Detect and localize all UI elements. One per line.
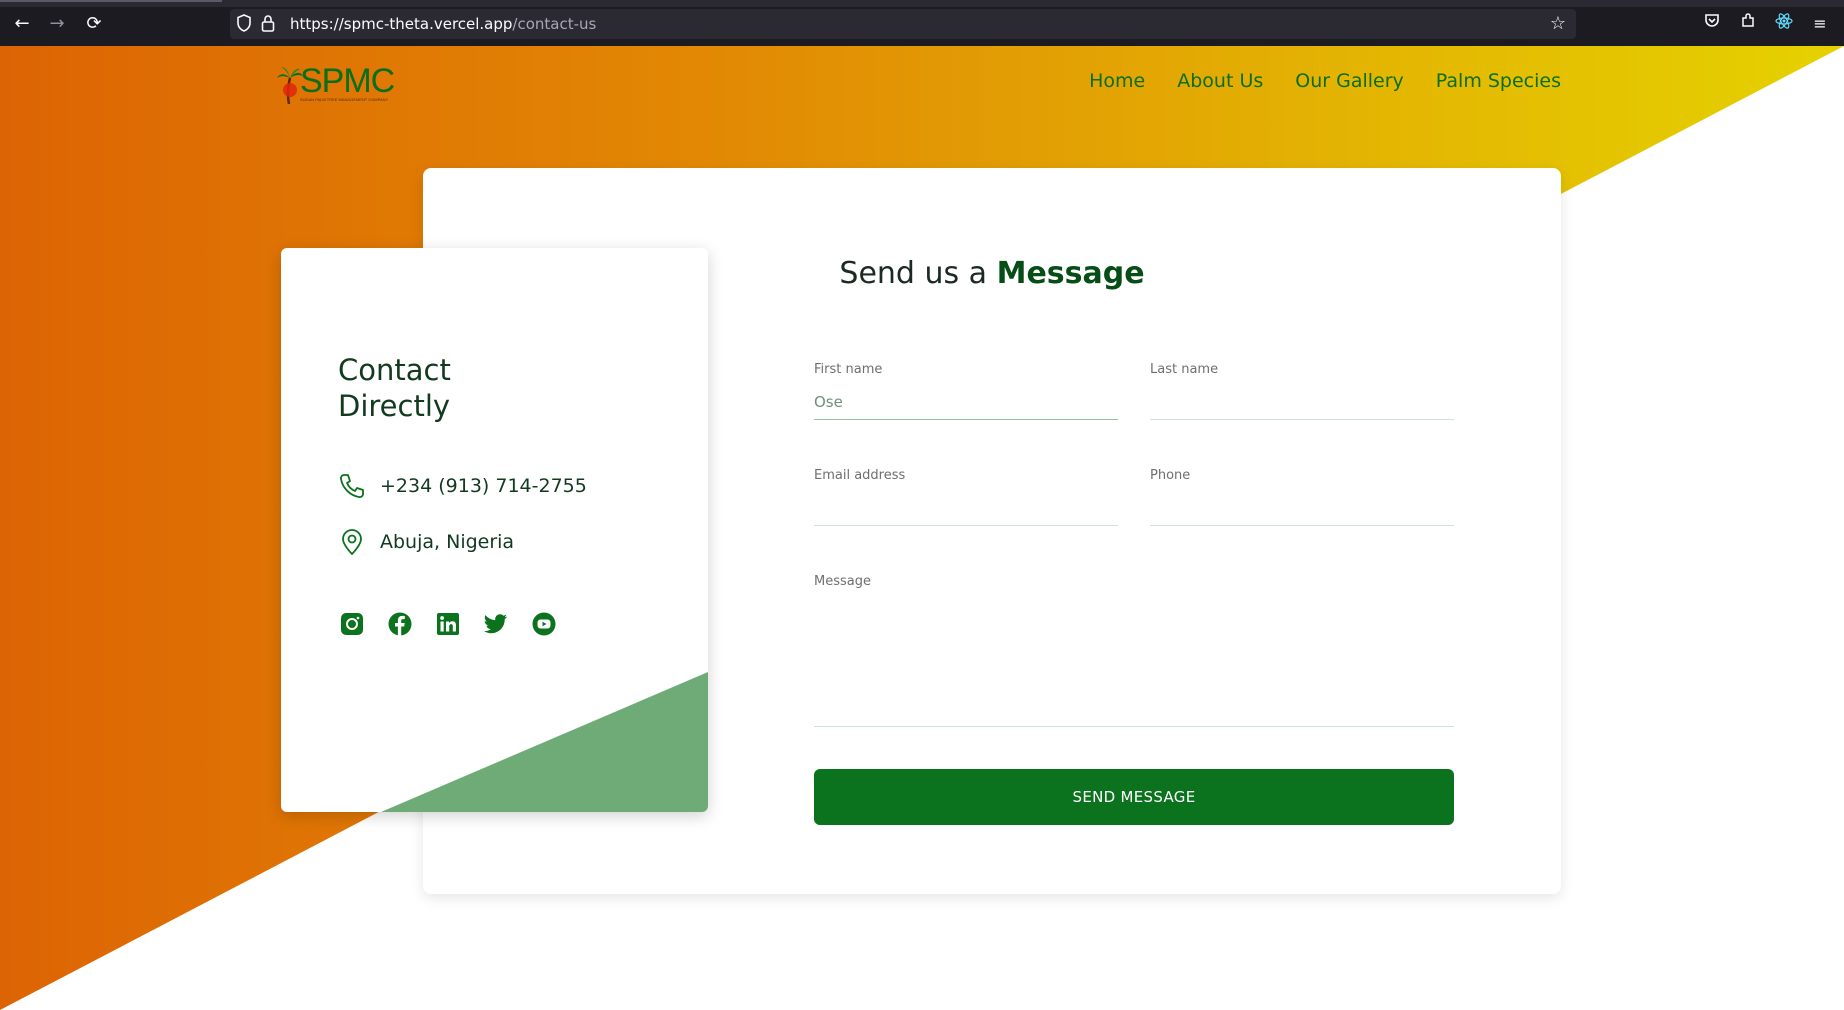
react-devtools-icon[interactable] [1772, 12, 1796, 36]
contact-location: Abuja, Nigeria [380, 531, 515, 553]
menu-icon[interactable]: ≡ [1808, 12, 1832, 36]
social-links [340, 612, 556, 636]
bookmark-star-icon[interactable]: ☆ [1550, 14, 1566, 34]
reload-icon[interactable]: ⟳ [82, 12, 106, 36]
nav-home[interactable]: Home [1089, 70, 1145, 92]
extensions-icon[interactable] [1736, 12, 1760, 36]
back-arrow-icon[interactable]: ← [10, 12, 34, 36]
last-name-input[interactable] [1150, 385, 1454, 420]
nav-about-us[interactable]: About Us [1177, 70, 1263, 92]
address-bar[interactable]: https://spmc-theta.vercel.app/contact-us… [230, 9, 1576, 39]
email-input[interactable] [814, 491, 1118, 526]
url-path: /contact-us [512, 15, 597, 33]
location-pin-icon [342, 529, 362, 556]
page: SPMC SUDAN PALM TREE MANAGEMENT COMPANY … [0, 46, 1844, 1010]
lock-icon[interactable] [258, 14, 278, 34]
twitter-icon[interactable] [484, 612, 508, 636]
shield-icon[interactable] [234, 14, 254, 34]
send-message-button[interactable]: SEND MESSAGE [814, 769, 1454, 825]
form-title-strong: Message [996, 256, 1145, 291]
nav-our-gallery[interactable]: Our Gallery [1295, 70, 1404, 92]
nav-palm-species[interactable]: Palm Species [1436, 70, 1561, 92]
first-name-field: First name [814, 362, 1118, 420]
email-field: Email address [814, 468, 1118, 526]
tab-strip [0, 0, 1844, 7]
youtube-icon[interactable] [532, 612, 556, 636]
browser-toolbar: ← → ⟳ https://spmc-theta.vercel.app/cont… [0, 0, 1844, 46]
message-field: Message [814, 574, 1454, 727]
pocket-icon[interactable] [1700, 12, 1724, 36]
contact-phone-row[interactable]: +234 (913) 714-2755 [338, 472, 587, 500]
phone-icon [340, 474, 364, 498]
contact-phone: +234 (913) 714-2755 [380, 475, 587, 497]
phone-field: Phone [1150, 468, 1454, 526]
logo-text: SPMC [300, 62, 395, 100]
phone-input[interactable] [1150, 491, 1454, 526]
first-name-label: First name [814, 362, 883, 377]
url-text[interactable]: https://spmc-theta.vercel.app/contact-us [290, 15, 596, 33]
contact-directly-card: Contact Directly +234 (913) 714-2755 Abu… [281, 248, 708, 812]
active-tab-indicator [0, 0, 222, 2]
main-nav: Home About Us Our Gallery Palm Species [1089, 70, 1561, 92]
logo[interactable]: SPMC SUDAN PALM TREE MANAGEMENT COMPANY [276, 62, 395, 106]
forward-arrow-icon[interactable]: → [45, 12, 69, 36]
first-name-input[interactable] [814, 385, 1118, 420]
last-name-field: Last name [1150, 362, 1454, 420]
contact-title: Contact Directly [338, 353, 451, 423]
url-domain: https://spmc-theta.vercel.app [290, 15, 513, 33]
linkedin-icon[interactable] [436, 612, 460, 636]
instagram-icon[interactable] [340, 612, 364, 636]
facebook-icon[interactable] [388, 612, 412, 636]
contact-location-row: Abuja, Nigeria [338, 528, 514, 556]
last-name-label: Last name [1150, 362, 1219, 377]
message-textarea[interactable] [814, 597, 1454, 727]
logo-subtext: SUDAN PALM TREE MANAGEMENT COMPANY [300, 97, 389, 102]
email-label: Email address [814, 468, 906, 483]
phone-label: Phone [1150, 468, 1191, 483]
message-label: Message [814, 574, 871, 589]
form-title-prefix: Send us a [839, 256, 988, 291]
